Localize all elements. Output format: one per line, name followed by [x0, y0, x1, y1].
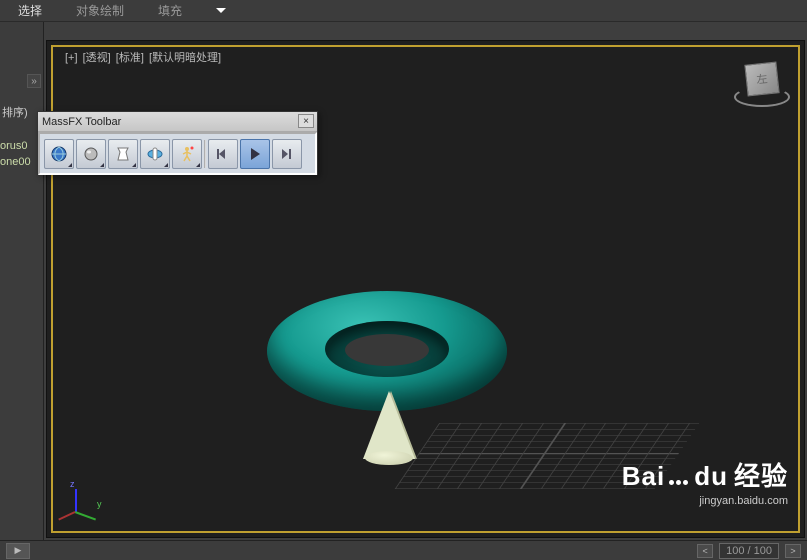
axis-z [75, 489, 77, 513]
rigid-body-button[interactable] [76, 139, 106, 169]
axis-label-z: z [70, 479, 75, 489]
torus-hole [345, 334, 429, 366]
frame-counter[interactable]: 100 / 100 [719, 543, 779, 559]
axis-tripod: z y [63, 479, 107, 523]
massfx-title: MassFX Toolbar [42, 116, 121, 128]
paw-icon [669, 480, 688, 485]
viewport-label-plus[interactable]: [+] [65, 52, 78, 64]
viewport-label-shading[interactable]: [默认明暗处理] [149, 52, 221, 64]
watermark-brand-c: 经验 [734, 456, 788, 493]
sphere-rigid-icon [81, 144, 101, 164]
world-params-button[interactable] [44, 139, 74, 169]
sim-reset-button[interactable] [208, 139, 238, 169]
sim-reset-icon [213, 144, 233, 164]
watermark-brand-a: Bai [622, 461, 665, 492]
menu-dropdown-toggle[interactable] [216, 8, 226, 14]
scene-explorer-panel: » 排序) orus0 one00 [0, 22, 44, 540]
watermark-sub: jingyan.baidu.com [622, 495, 788, 507]
dropdown-triangle-icon [68, 163, 72, 167]
constraint-icon [145, 144, 165, 164]
chevron-down-icon [216, 8, 226, 14]
axis-y [75, 511, 96, 520]
frame-prev-button[interactable]: < [697, 544, 713, 558]
watermark-brand-b: du [694, 461, 728, 492]
sim-play-button[interactable] [240, 139, 270, 169]
massfx-titlebar[interactable]: MassFX Toolbar × [38, 112, 317, 132]
menu-object-paint[interactable]: 对象绘制 [76, 2, 124, 19]
sim-step-icon [277, 144, 297, 164]
viewport-label-std[interactable]: [标准] [116, 52, 144, 64]
massfx-tool-row [38, 132, 317, 175]
main-menu-bar: 选择 对象绘制 填充 [0, 0, 807, 22]
cone-base [365, 451, 413, 465]
cloth-button[interactable] [108, 139, 138, 169]
axis-label-y: y [97, 499, 102, 509]
watermark-logo: Bai du 经验 [622, 456, 788, 493]
dropdown-triangle-icon [164, 163, 168, 167]
sim-play-icon [245, 144, 265, 164]
dropdown-triangle-icon [132, 163, 136, 167]
toolbar-separator [204, 140, 206, 168]
menu-populate[interactable]: 填充 [158, 2, 182, 19]
watermark: Bai du 经验 jingyan.baidu.com [622, 456, 788, 507]
timeline-play-button[interactable]: ▶ [6, 543, 30, 559]
menu-select[interactable]: 选择 [18, 2, 42, 19]
status-bar: ▶ < 100 / 100 > [0, 540, 807, 560]
massfx-toolbar-window[interactable]: MassFX Toolbar × [37, 111, 318, 175]
ragdoll-button[interactable] [172, 139, 202, 169]
viewcube-compass[interactable] [734, 87, 790, 107]
cloth-icon [113, 144, 133, 164]
world-params-icon [49, 144, 69, 164]
ragdoll-icon [177, 144, 197, 164]
dropdown-triangle-icon [196, 163, 200, 167]
viewport-label[interactable]: [+] [透视] [标准] [默认明暗处理] [65, 49, 223, 65]
dropdown-triangle-icon [100, 163, 104, 167]
viewport-label-view[interactable]: [透视] [83, 52, 111, 64]
constraint-button[interactable] [140, 139, 170, 169]
sim-step-button[interactable] [272, 139, 302, 169]
frame-next-button[interactable]: > [785, 544, 801, 558]
collapse-panel-button[interactable]: » [27, 74, 41, 88]
cone-object[interactable] [363, 391, 415, 459]
viewcube[interactable]: 左 [734, 59, 790, 115]
close-button[interactable]: × [298, 114, 314, 128]
